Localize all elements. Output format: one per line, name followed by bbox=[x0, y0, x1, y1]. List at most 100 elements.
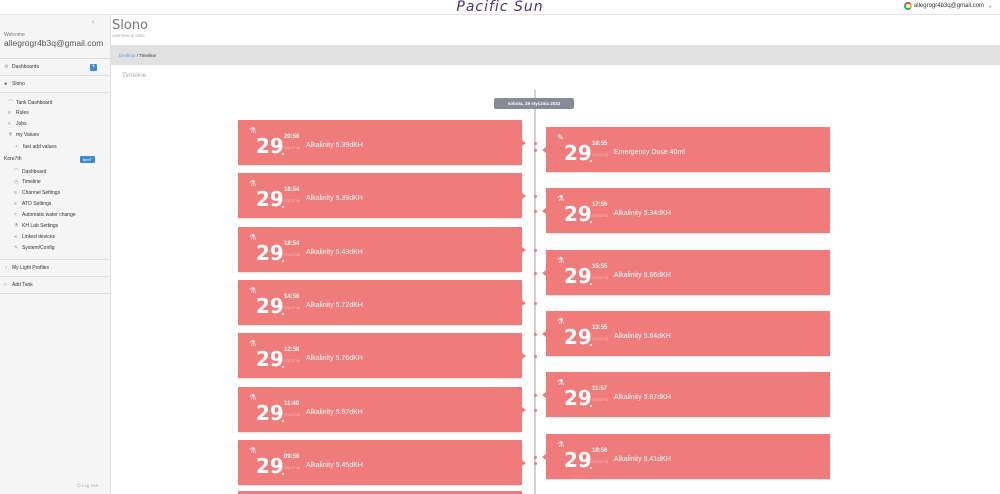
card-month: stycznia bbox=[284, 304, 301, 310]
sidebar-item-dashboard[interactable]: ⌒ Dashboard bbox=[14, 168, 124, 176]
card-text: Emergency Dose 40ml bbox=[614, 149, 685, 156]
sidebar-item-tank-dashboard[interactable]: ⌒ Tank Dashboard bbox=[8, 99, 118, 107]
card-text: Alkalinity 5.41dKH bbox=[614, 455, 671, 463]
timeline-card[interactable]: ⚗ 29 20:56 stycznia Alkalinity 5.39dKH bbox=[238, 120, 522, 165]
timeline-marker bbox=[534, 461, 537, 465]
flask-icon: ⚗ bbox=[8, 132, 13, 138]
card-time: 18:54 bbox=[284, 187, 300, 194]
square-icon: □ bbox=[4, 282, 8, 288]
divider bbox=[0, 276, 110, 277]
timeline-marker bbox=[534, 248, 537, 252]
sidebar-item-label: System/Config bbox=[22, 245, 55, 251]
brand-logo[interactable]: Pacific Sun bbox=[0, 0, 1000, 15]
timeline-card[interactable]: ⚗ 29 11:57 stycznia Alkalinity 5.87dKH bbox=[546, 372, 830, 418]
card-day: 29 bbox=[564, 324, 592, 349]
timeline-card[interactable]: ✎ 29 18:55 stycznia Emergency Dose 40ml bbox=[546, 127, 830, 172]
chart-icon: ⌒ bbox=[8, 100, 14, 106]
sidebar-item-system-config[interactable]: ✎ System/Config bbox=[14, 245, 124, 251]
dashboard-icon: ⚙ bbox=[4, 64, 9, 70]
logout-button[interactable]: ⏻ Log Out bbox=[77, 483, 98, 488]
timeline-card[interactable]: ⚗ 29 18:54 stycznia Alkalinity 5.39dKH bbox=[238, 173, 522, 219]
sidebar-item-label: Channel Settings bbox=[22, 190, 61, 196]
sidebar-item-ato-settings[interactable]: ≡ ATO Settings bbox=[14, 201, 124, 207]
card-pointer bbox=[542, 269, 546, 276]
timeline-card[interactable]: ⚗ 29 13:55 stycznia Alkalinity 5.64dKH bbox=[546, 310, 830, 356]
sidebar-item-timeline[interactable]: ◷ Timeline bbox=[14, 179, 124, 185]
card-time: 13:55 bbox=[592, 324, 608, 331]
sidebar-item-rules[interactable]: ≡ Rules bbox=[8, 110, 118, 116]
sidebar-item-channel-settings[interactable]: ≡ Channel Settings bbox=[14, 190, 124, 196]
timeline-marker bbox=[534, 408, 537, 412]
timeline-card[interactable]: ⚗ 29 09:56 stycznia Alkalinity 5.45dKH bbox=[238, 439, 522, 485]
fish-icon: ◂ bbox=[4, 81, 7, 87]
timeline-card[interactable]: ⚗ 29 12:56 stycznia Alkalinity 5.76dKH bbox=[238, 333, 522, 379]
timeline-marker bbox=[534, 149, 537, 152]
sliders-icon: ≡ bbox=[14, 190, 17, 196]
user-email: allegrogr4b3q@gmail.com bbox=[913, 3, 985, 9]
sidebar-item-automatic-water-change[interactable]: ≈ Automatic water change bbox=[14, 212, 124, 218]
sidebar-item-dashboards[interactable]: ⚙ Dashboards bbox=[4, 64, 114, 70]
timeline-card[interactable]: ⚗ 29 11:40 stycznia Alkalinity 5.97dKH bbox=[238, 386, 522, 432]
syringe-icon: ✎ bbox=[557, 133, 564, 142]
sidebar-item-kh-lab-settings[interactable]: ⚗ KH Lab Settings bbox=[14, 223, 124, 229]
card-pointer bbox=[522, 246, 526, 253]
sidebar-item-jobs[interactable]: ≡ Jobs bbox=[8, 121, 118, 127]
timeline-card[interactable]: ⚗ 29 17:55 stycznia Alkalinity 5.34dKH bbox=[546, 188, 830, 234]
divider bbox=[0, 92, 110, 93]
page-subtitle: overview & stats bbox=[112, 33, 145, 38]
sidebar-item-label: Add Tank bbox=[12, 282, 33, 288]
card-dot bbox=[282, 472, 284, 475]
timeline-card[interactable]: ⚗ 29 14:56 stycznia Alkalinity 5.72dKH bbox=[238, 279, 522, 325]
card-month: stycznia bbox=[592, 458, 609, 464]
card-time: 11:40 bbox=[284, 400, 300, 407]
card-pointer bbox=[522, 193, 526, 200]
card-dot bbox=[590, 466, 592, 469]
logout-label: Log Out bbox=[81, 483, 98, 488]
card-dot bbox=[282, 153, 284, 155]
sidebar-item-label: ATO Settings bbox=[22, 201, 52, 207]
sidebar-item-add-tank[interactable]: □ Add Tank bbox=[4, 282, 114, 288]
water-icon: ≈ bbox=[14, 212, 17, 218]
card-dot bbox=[590, 282, 592, 285]
card-day: 29 bbox=[564, 202, 592, 227]
sliders-icon: ≡ bbox=[14, 201, 17, 207]
card-text: Alkalinity 5.66dKH bbox=[614, 271, 671, 279]
sidebar-item-linked-devices[interactable]: ∞ Linked devices bbox=[14, 234, 124, 240]
card-month: stycznia bbox=[284, 198, 301, 204]
link-icon: ∞ bbox=[14, 234, 18, 240]
card-time: 14:56 bbox=[284, 293, 300, 300]
divider bbox=[0, 58, 110, 59]
card-pointer bbox=[542, 147, 546, 153]
user-menu[interactable]: allegrogr4b3q@gmail.com ▼ bbox=[903, 2, 992, 10]
card-pointer bbox=[542, 392, 546, 399]
card-month: stycznia bbox=[284, 411, 301, 417]
timeline-marker bbox=[534, 142, 537, 145]
sidebar-email: allegrogr4b3q@gmail.com bbox=[4, 38, 104, 48]
sidebar-item-my-values[interactable]: ⚗ my Values bbox=[8, 132, 118, 138]
sidebar-item-label: Dashboard bbox=[22, 168, 47, 175]
timeline-marker bbox=[534, 301, 537, 305]
card-text: Alkalinity 5.45dKH bbox=[306, 461, 363, 469]
card-time: 10:56 bbox=[592, 447, 608, 454]
sidebar-item-slono[interactable]: ◂ Slono bbox=[4, 81, 114, 87]
sidebar-item-label: Timeline bbox=[22, 179, 41, 185]
card-pointer bbox=[542, 208, 546, 215]
timeline-card[interactable]: ⚗ 29 18:54 stycznia Alkalinity 5.43dKH bbox=[238, 226, 522, 272]
breadcrumb-home[interactable]: Desktop bbox=[119, 53, 136, 58]
card-time: 15:55 bbox=[592, 263, 608, 270]
sidebar-item-fast-add-values[interactable]: + fast add values bbox=[15, 144, 125, 150]
sidebar-item-kore7th[interactable]: Kore7th bbox=[4, 156, 114, 162]
divider bbox=[0, 259, 110, 260]
timeline-card[interactable]: ⚗ 29 15:55 stycznia Alkalinity 5.66dKH bbox=[546, 249, 830, 295]
card-time: 09:56 bbox=[284, 453, 300, 460]
sidebar-item-label: Linked devices bbox=[22, 234, 56, 240]
wrench-icon: ✎ bbox=[14, 245, 19, 251]
sidebar-item-my-light-profiles[interactable]: ♀ My Light Profiles bbox=[4, 265, 114, 271]
add-dashboard-button[interactable]: + bbox=[90, 64, 97, 71]
plus-icon: + bbox=[15, 144, 18, 150]
card-day: 29 bbox=[564, 263, 592, 288]
timeline-card[interactable]: ⚗ 29 10:56 stycznia Alkalinity 5.41dKH bbox=[546, 433, 830, 479]
sidebar-item-label: my Values bbox=[16, 132, 39, 138]
collapse-icon[interactable]: ‹ bbox=[92, 19, 94, 26]
timeline-marker bbox=[534, 394, 537, 398]
